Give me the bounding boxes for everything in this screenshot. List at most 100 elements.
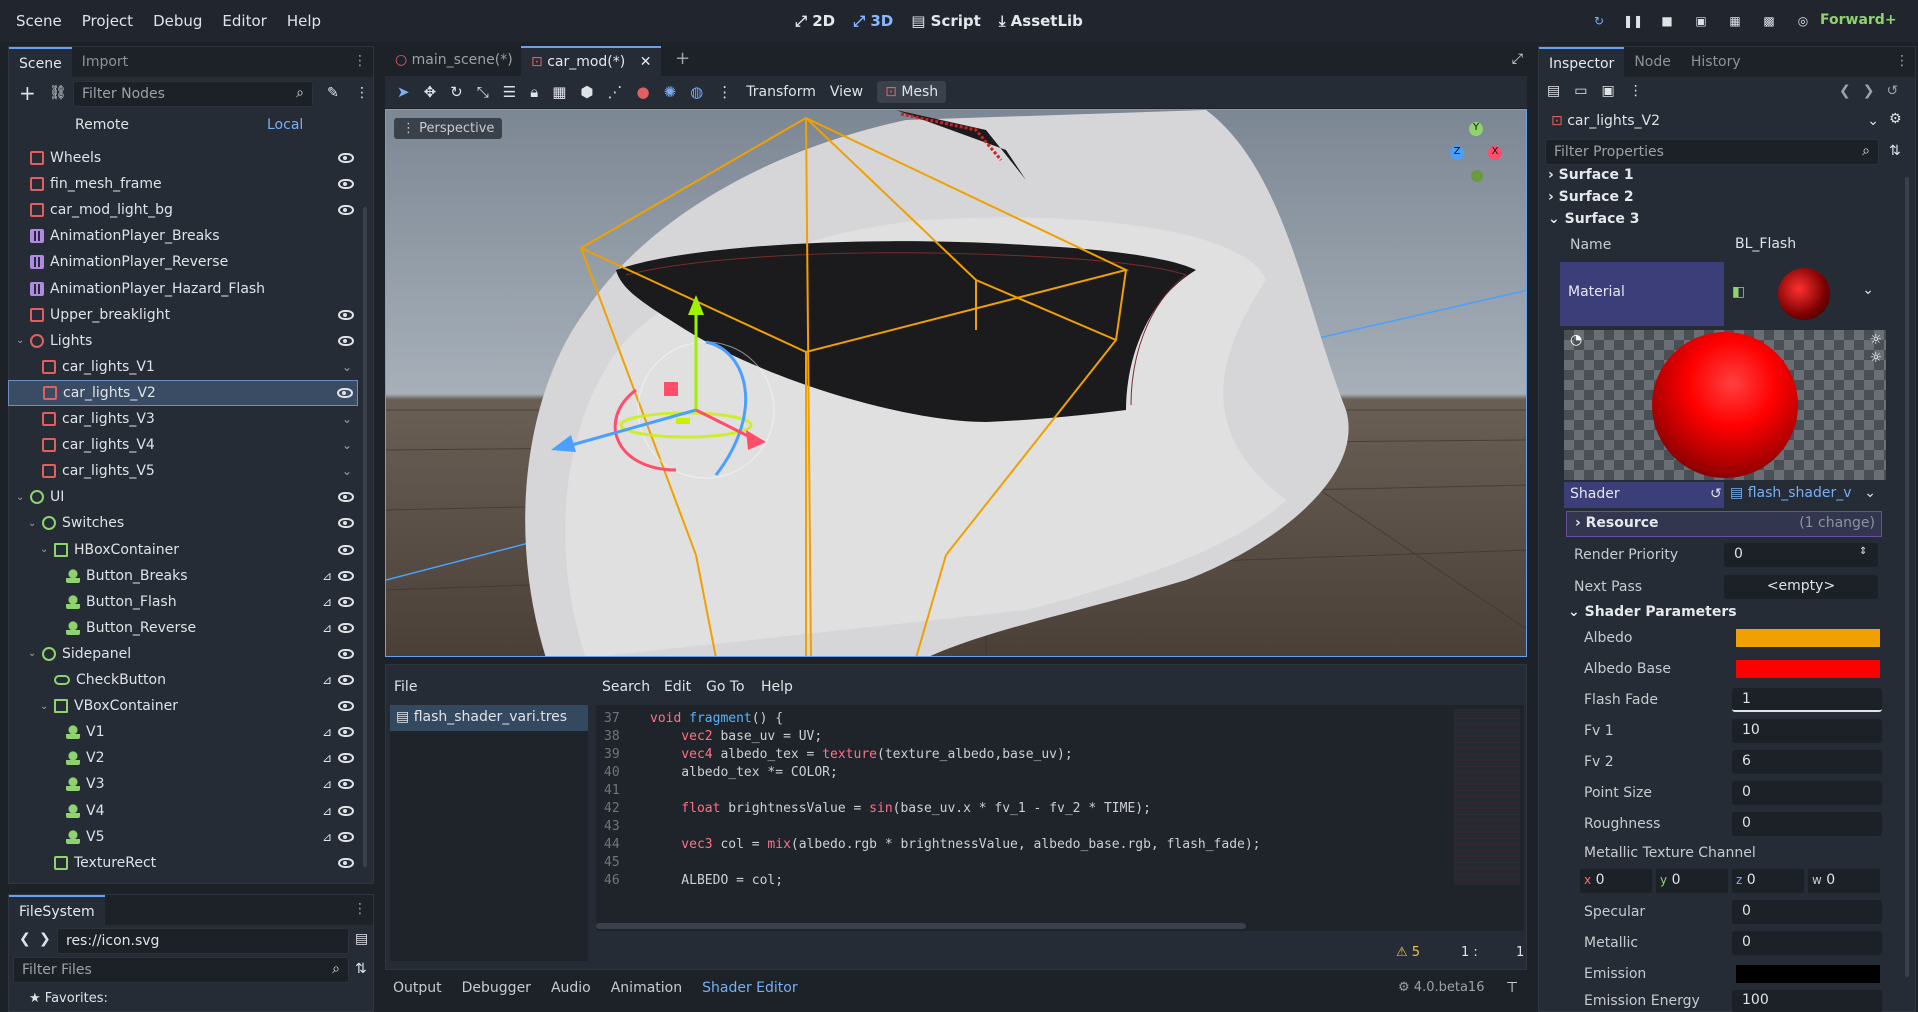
menu-editor[interactable]: Editor (212, 12, 276, 30)
forward-icon[interactable]: ❯ (1863, 83, 1875, 99)
goto-menu[interactable]: Go To (706, 679, 745, 695)
fv2-field[interactable]: 6 (1732, 750, 1882, 774)
stop-icon[interactable]: ■ (1658, 12, 1676, 30)
scene-tree-item[interactable]: ⌄ UI (8, 484, 358, 510)
albedo-color-picker[interactable] (1736, 629, 1880, 647)
flash-fade-slider[interactable]: 1 (1732, 688, 1882, 712)
material-slot[interactable]: ◧ ⌄ (1724, 262, 1882, 326)
more-icon[interactable]: ⋮ (717, 83, 732, 101)
visibility-hidden-icon[interactable]: ⌄ (342, 438, 352, 452)
scene-tree-item[interactable]: AnimationPlayer_Hazard_Flash (8, 276, 358, 302)
gizmo-x-icon[interactable]: X (1488, 146, 1502, 160)
tab-output[interactable]: Output (393, 980, 442, 996)
visibility-eye-icon[interactable] (338, 596, 354, 607)
filter-properties-input[interactable]: Filter Properties ⌕ (1545, 139, 1879, 165)
menu-project[interactable]: Project (72, 12, 143, 30)
camera-icon[interactable]: ● (636, 83, 649, 101)
emission-energy-field[interactable]: 100 (1732, 990, 1882, 1012)
environment-icon[interactable]: ◍ (690, 83, 703, 101)
signal-icon[interactable]: ⊿ (322, 673, 332, 687)
edit-menu[interactable]: Edit (664, 679, 691, 695)
scene-tree-item[interactable]: car_lights_V3 ⌄ (8, 406, 358, 432)
tab-main-scene[interactable]: ○ main_scene(*) (385, 46, 523, 76)
expand-arrow-icon[interactable]: ⌄ (16, 335, 26, 346)
tab-shader-editor[interactable]: Shader Editor (702, 980, 797, 996)
signal-icon[interactable]: ⊿ (322, 777, 332, 791)
visibility-eye-icon[interactable] (338, 544, 354, 555)
light-toggle-icon[interactable]: ◔ (1570, 332, 1582, 348)
pin-panel-icon[interactable]: ⊤ (1506, 980, 1518, 996)
visibility-eye-icon[interactable] (338, 335, 354, 346)
menu-scene[interactable]: Scene (6, 12, 72, 30)
next-pass-slot[interactable]: <empty> (1724, 575, 1878, 599)
tab-debugger[interactable]: Debugger (462, 980, 531, 996)
scene-tree-item[interactable]: fin_mesh_frame (8, 171, 358, 197)
move-tool-icon[interactable]: ✥ (424, 83, 437, 101)
signal-icon[interactable]: ⊿ (322, 569, 332, 583)
mode-3d-button[interactable]: ⤢ 3D (853, 12, 893, 30)
gizmo-y-icon[interactable]: Y (1469, 122, 1483, 136)
path-field[interactable]: res://icon.svg (57, 928, 349, 954)
open-folder-icon[interactable]: ▭ (1574, 83, 1587, 99)
visibility-eye-icon[interactable] (338, 570, 354, 581)
visibility-hidden-icon[interactable]: ⌄ (342, 464, 352, 478)
list-select-icon[interactable]: ☰ (503, 83, 516, 101)
dock-menu-icon[interactable]: ⋮ (353, 901, 367, 917)
fv1-field[interactable]: 10 (1732, 719, 1882, 743)
remote-tab[interactable]: Remote (75, 117, 129, 133)
scene-tree-item[interactable]: ⌄ HBoxContainer (8, 537, 358, 563)
visibility-hidden-icon[interactable]: ⌄ (342, 412, 352, 426)
menu-debug[interactable]: Debug (143, 12, 212, 30)
scene-tree-item[interactable]: car_lights_V4 ⌄ (8, 432, 358, 458)
name-field[interactable]: BL_Flash (1725, 233, 1885, 257)
scene-tree-item[interactable]: Button_Flash ⊿ (8, 589, 358, 615)
scene-tree-item[interactable]: V5 ⊿ (8, 824, 358, 850)
visibility-eye-icon[interactable] (338, 675, 354, 685)
albedo-base-color-picker[interactable] (1736, 660, 1880, 678)
tab-scene[interactable]: Scene (9, 47, 72, 77)
surface-2-section[interactable]: › Surface 2 (1548, 189, 1634, 205)
local-space-icon[interactable]: ⬢ (580, 83, 593, 101)
perspective-menu[interactable]: ⋮ Perspective (394, 118, 503, 139)
scene-tree-item[interactable]: car_lights_V1 ⌄ (8, 354, 358, 380)
back-icon[interactable]: ❮ (1839, 83, 1851, 99)
shader-slot[interactable]: ▤ flash_shader_v ⌄ (1724, 482, 1882, 508)
back-icon[interactable]: ❮ (19, 931, 31, 947)
visibility-hidden-icon[interactable]: ⌄ (342, 360, 352, 374)
visibility-eye-icon[interactable] (338, 205, 354, 216)
scene-tree-item[interactable]: AnimationPlayer_Breaks (8, 223, 358, 249)
scene-tree-item[interactable]: CheckButton ⊿ (8, 667, 358, 693)
sort-icon[interactable]: ⇅ (355, 961, 367, 977)
revert-icon[interactable]: ↺ (1710, 486, 1722, 502)
select-tool-icon[interactable]: ➤ (397, 83, 410, 101)
expand-arrow-icon[interactable]: ⌄ (16, 492, 26, 503)
scene-tree-item[interactable]: car_lights_V2 (8, 379, 358, 406)
light-2-icon[interactable]: ☼ (1869, 350, 1882, 366)
warning-count[interactable]: ⚠ 5 (1396, 945, 1420, 960)
scene-tree-item[interactable]: V4 ⊿ (8, 798, 358, 824)
menu-help[interactable]: Help (277, 12, 331, 30)
open-file-item[interactable]: ▤ flash_shader_vari.tres (390, 705, 588, 731)
scene-tree-scrollbar[interactable] (363, 207, 367, 867)
visibility-eye-icon[interactable] (338, 805, 354, 816)
scene-tree-item[interactable]: Upper_breaklight (8, 302, 358, 328)
signal-icon[interactable]: ⊿ (322, 621, 332, 635)
h-scrollbar[interactable] (596, 923, 1246, 929)
local-tab[interactable]: Local (267, 117, 303, 133)
visibility-eye-icon[interactable] (338, 753, 354, 764)
spinner-icon[interactable]: ⇕ (1859, 546, 1867, 557)
point-size-slider[interactable]: 0 (1732, 781, 1882, 805)
scene-tree-item[interactable]: ⌄ Switches (8, 510, 358, 536)
scene-tree-item[interactable]: V2 ⊿ (8, 745, 358, 771)
filter-nodes-input[interactable]: Filter Nodes ⌕ (73, 81, 313, 107)
filter-files-input[interactable]: Filter Files ⌕ (13, 957, 349, 983)
signal-icon[interactable]: ⊿ (322, 595, 332, 609)
chevron-down-icon[interactable]: ⌄ (1862, 282, 1874, 298)
transform-menu[interactable]: Transform (746, 84, 816, 100)
scene-tree-item[interactable]: Button_Reverse ⊿ (8, 615, 358, 641)
visibility-eye-icon[interactable] (338, 153, 354, 163)
roughness-slider[interactable]: 0 (1732, 812, 1882, 836)
scene-tree-item[interactable]: Wheels (8, 145, 358, 171)
dock-menu-icon[interactable]: ⋮ (1895, 53, 1909, 69)
channel-y-field[interactable]: y 0 (1656, 869, 1728, 893)
